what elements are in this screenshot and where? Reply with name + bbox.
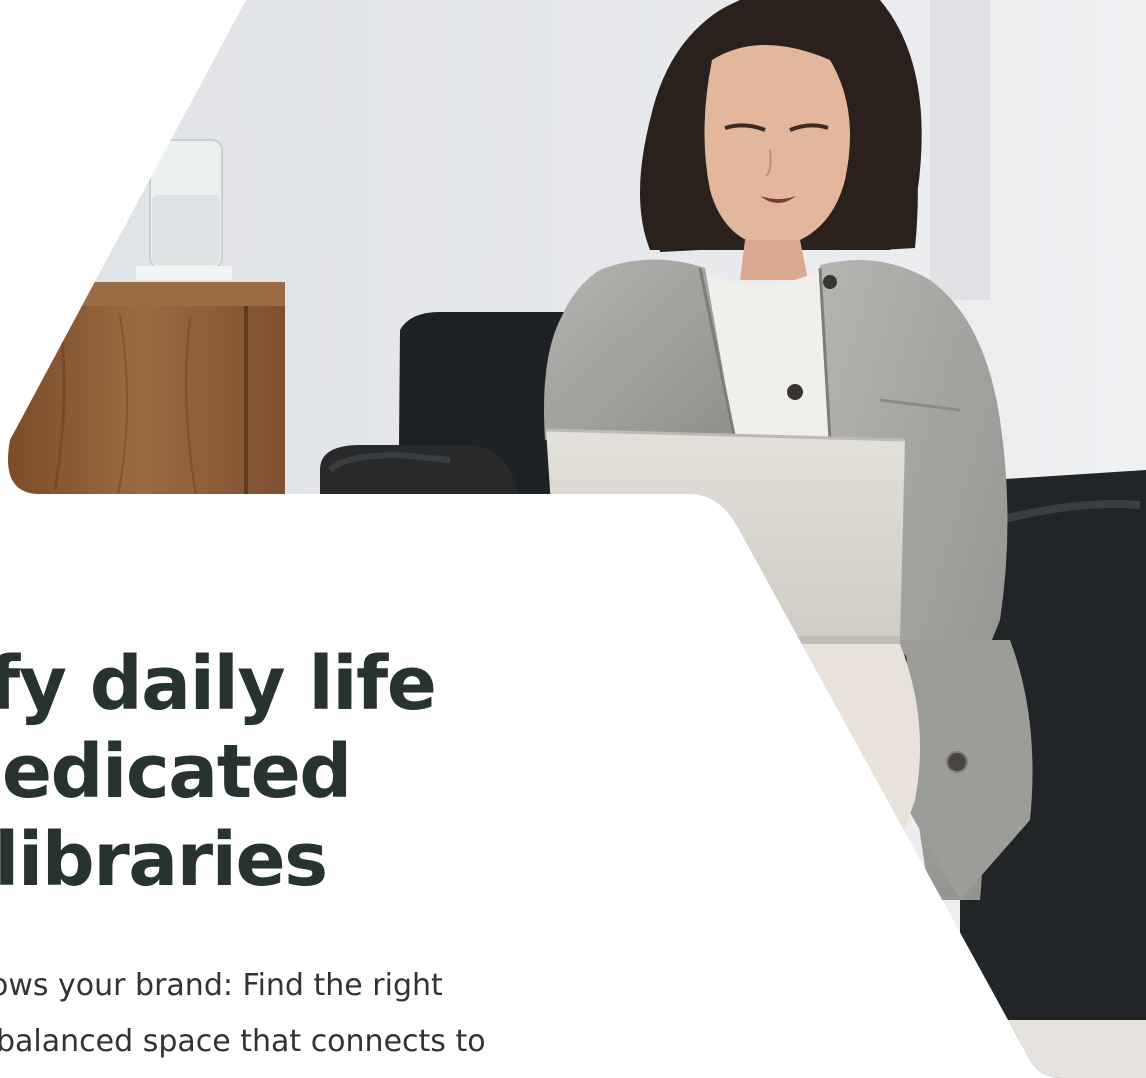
page: fy daily life ledicated libraries ows yo…: [0, 0, 1146, 1078]
hero-headline: fy daily life ledicated libraries: [0, 640, 700, 904]
glass-jar: [136, 139, 232, 280]
headline-line-2: ledicated: [0, 729, 352, 815]
hero-photo: [8, 0, 1146, 1078]
laptop: [545, 428, 906, 644]
body-line-1: ows your brand: Find the right: [0, 968, 443, 1003]
hero-body-copy: ows your brand: Find the right balanced …: [0, 958, 700, 1070]
headline-line-3: libraries: [0, 817, 328, 903]
headline-line-1: fy daily life: [0, 641, 437, 727]
body-line-2: balanced space that connects to: [0, 1024, 486, 1059]
wood-cabinet: [8, 282, 285, 506]
